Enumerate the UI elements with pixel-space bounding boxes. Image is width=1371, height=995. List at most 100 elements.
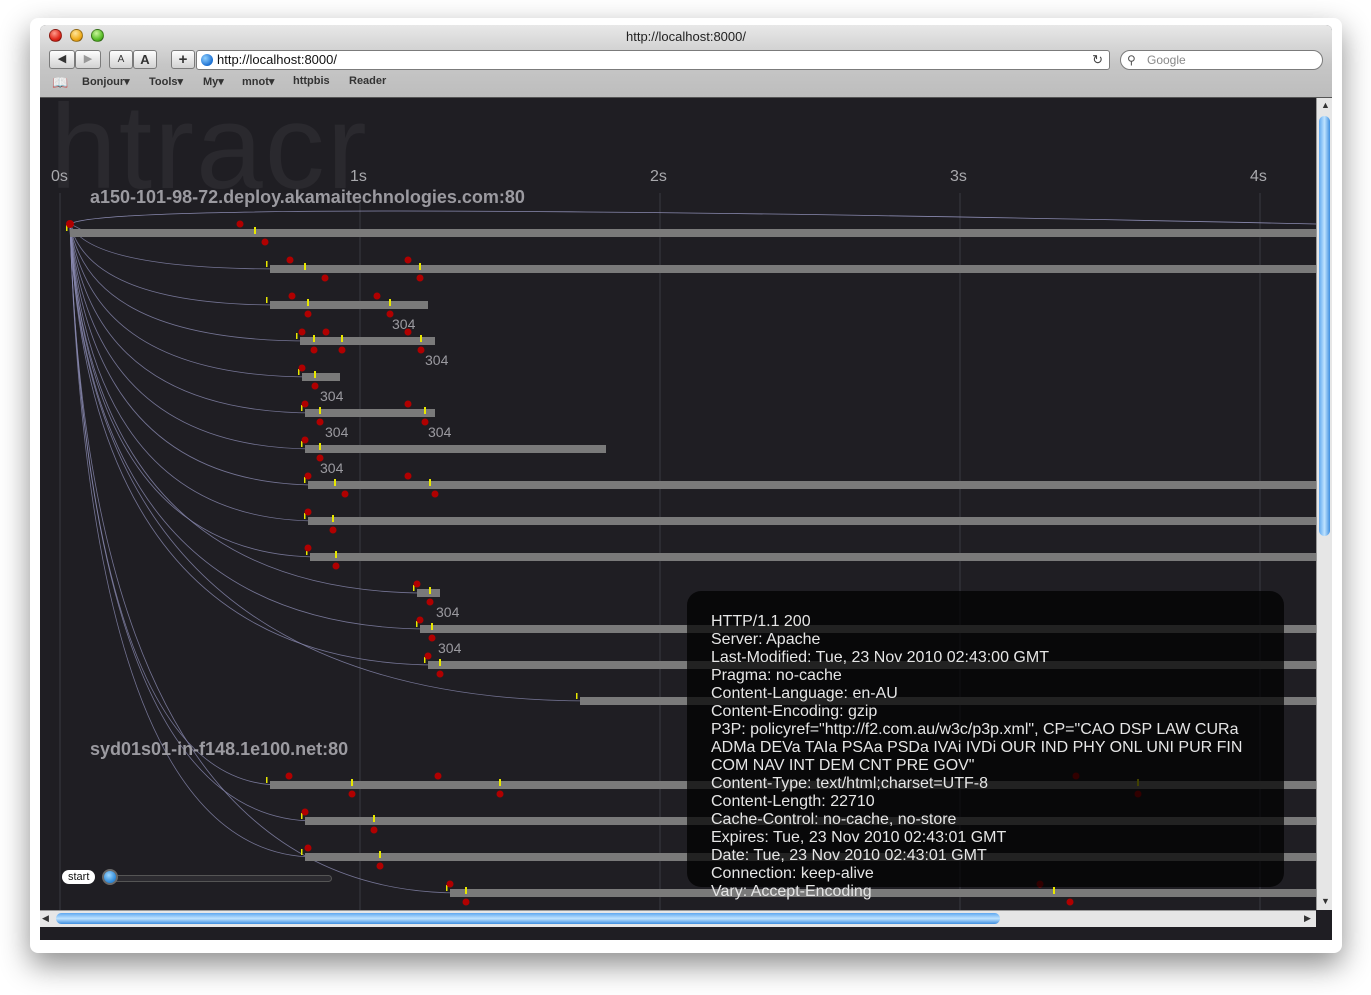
bookmarks-book-icon[interactable]: 📖 [52,75,68,91]
request-start-dot [416,616,424,624]
origin-dot [66,220,74,228]
text-bigger-button[interactable]: A [133,50,157,69]
request-sent-marker [313,335,315,342]
request-sent-marker [429,587,431,594]
scroll-left-icon[interactable]: ◀ [42,913,49,924]
bookmark-label: Tools [149,76,178,88]
scroll-up-icon[interactable]: ▲ [1321,100,1330,110]
browser-window: http://localhost:8000/ ◀ ▶ A A + http://… [40,25,1332,940]
text-smaller-button[interactable]: A [109,50,133,69]
bookmark-bonjour[interactable]: Bonjour▾ [82,75,130,88]
request-start-dot [404,472,412,480]
vertical-scrollbar[interactable]: ▲ ▼ [1316,98,1332,910]
connection-bar [70,229,1316,237]
slider-track[interactable] [108,875,332,882]
connection-bar [417,589,440,597]
tooltip-line: Content-Type: text/html;charset=UTF-8 [711,775,988,792]
response-dot [417,346,425,354]
horizontal-scroll-thumb[interactable] [56,913,1000,924]
request-sent-marker [420,335,422,342]
response-headers-tooltip: HTTP/1.1 200 Server: Apache Last-Modified:… [687,591,1284,900]
tooltip-line: P3P: policyref="http://f2.com.au/w3c/p3p… [711,721,1247,774]
request-sent-marker [439,659,441,666]
response-dot [332,562,340,570]
connection-link-line [69,223,319,486]
slider-knob[interactable] [102,869,118,885]
bookmark-mnot[interactable]: mnot▾ [242,75,274,88]
request-sent-marker [334,479,336,486]
bookmark-tools[interactable]: Tools▾ [149,75,183,88]
chevron-down-icon: ▾ [124,76,130,88]
status-label: 304 [438,640,462,656]
reload-icon[interactable]: ↻ [1092,51,1103,69]
slider-start-label: start [62,870,96,884]
time-tick-0s: 0s [51,168,68,185]
request-sent-marker [465,887,467,894]
request-sent-marker [389,299,391,306]
request-sent-marker [304,263,306,270]
connection-link-line [69,210,1316,225]
host-label-akamai[interactable]: a150-101-98-72.deploy.akamaitechnologies… [90,187,525,208]
horizontal-scrollbar[interactable]: ◀ ▶ [40,910,1316,927]
connection-link-line [69,223,316,858]
request-start-dot [301,400,309,408]
request-sent-marker [319,443,321,450]
response-dot [436,670,444,678]
chevron-down-icon: ▾ [177,76,184,88]
response-dot [341,490,349,498]
request-start-dot [404,256,412,264]
chevron-down-icon: ▾ [268,76,275,88]
address-bar[interactable]: http://localhost:8000/ ↻ [196,50,1110,70]
start-slider[interactable]: start [62,868,332,886]
connection-bar [270,301,428,309]
status-label: 304 [320,460,344,476]
response-dot [416,274,424,282]
back-button[interactable]: ◀ [49,50,75,69]
response-dot [329,526,337,534]
bookmark-reader[interactable]: Reader [349,75,386,87]
connection-start-marker [266,297,268,303]
search-field[interactable]: ⚲ Google [1120,50,1323,70]
host-label-google[interactable]: syd01s01-in-f148.1e100.net:80 [90,739,348,760]
tooltip-line: Connection: keep-alive [711,865,874,882]
response-dot [462,898,470,906]
time-tick-2s: 2s [650,168,667,185]
request-start-dot [288,292,296,300]
tooltip-line: Pragma: no-cache [711,667,842,684]
forward-arrow-icon: ▶ [83,53,93,65]
tooltip-line: Cache-Control: no-cache, no-store [711,811,957,828]
request-sent-marker [499,779,501,786]
tooltip-line: Server: Apache [711,631,821,648]
request-start-dot [286,256,294,264]
request-sent-marker [424,407,426,414]
connection-link-line [69,223,316,450]
request-start-dot [304,472,312,480]
status-label: 304 [320,388,344,404]
bookmark-httpbis[interactable]: httpbis [293,75,330,87]
forward-button[interactable]: ▶ [75,50,101,69]
response-dot [321,274,329,282]
tooltip-header-lines: HTTP/1.1 200 Server: Apache Last-Modified:… [711,613,1271,901]
tooltip-line: Content-Language: en-AU [711,685,898,702]
response-dot [338,346,346,354]
tooltip-line: Expires: Tue, 23 Nov 2010 02:43:01 GMT [711,829,1007,846]
request-sent-marker [379,851,381,858]
request-sent-marker [351,779,353,786]
connection-bar [310,553,1316,561]
status-label: 304 [392,316,416,332]
connection-start-marker [266,777,268,783]
scroll-down-icon[interactable]: ▼ [1321,896,1330,906]
request-start-dot [285,772,293,780]
connection-link-line [69,223,281,786]
scroll-right-icon[interactable]: ▶ [1304,913,1311,924]
request-start-dot [298,364,306,372]
request-sent-marker [335,551,337,558]
bookmark-my[interactable]: My▾ [203,75,224,88]
add-bookmark-button[interactable]: + [171,50,195,69]
request-start-dot [413,580,421,588]
tooltip-line: Vary: Accept-Encoding [711,883,872,900]
request-sent-marker [314,371,316,378]
request-sent-marker [341,335,343,342]
vertical-scroll-thumb[interactable] [1319,116,1330,536]
bookmark-label: Bonjour [82,76,125,88]
